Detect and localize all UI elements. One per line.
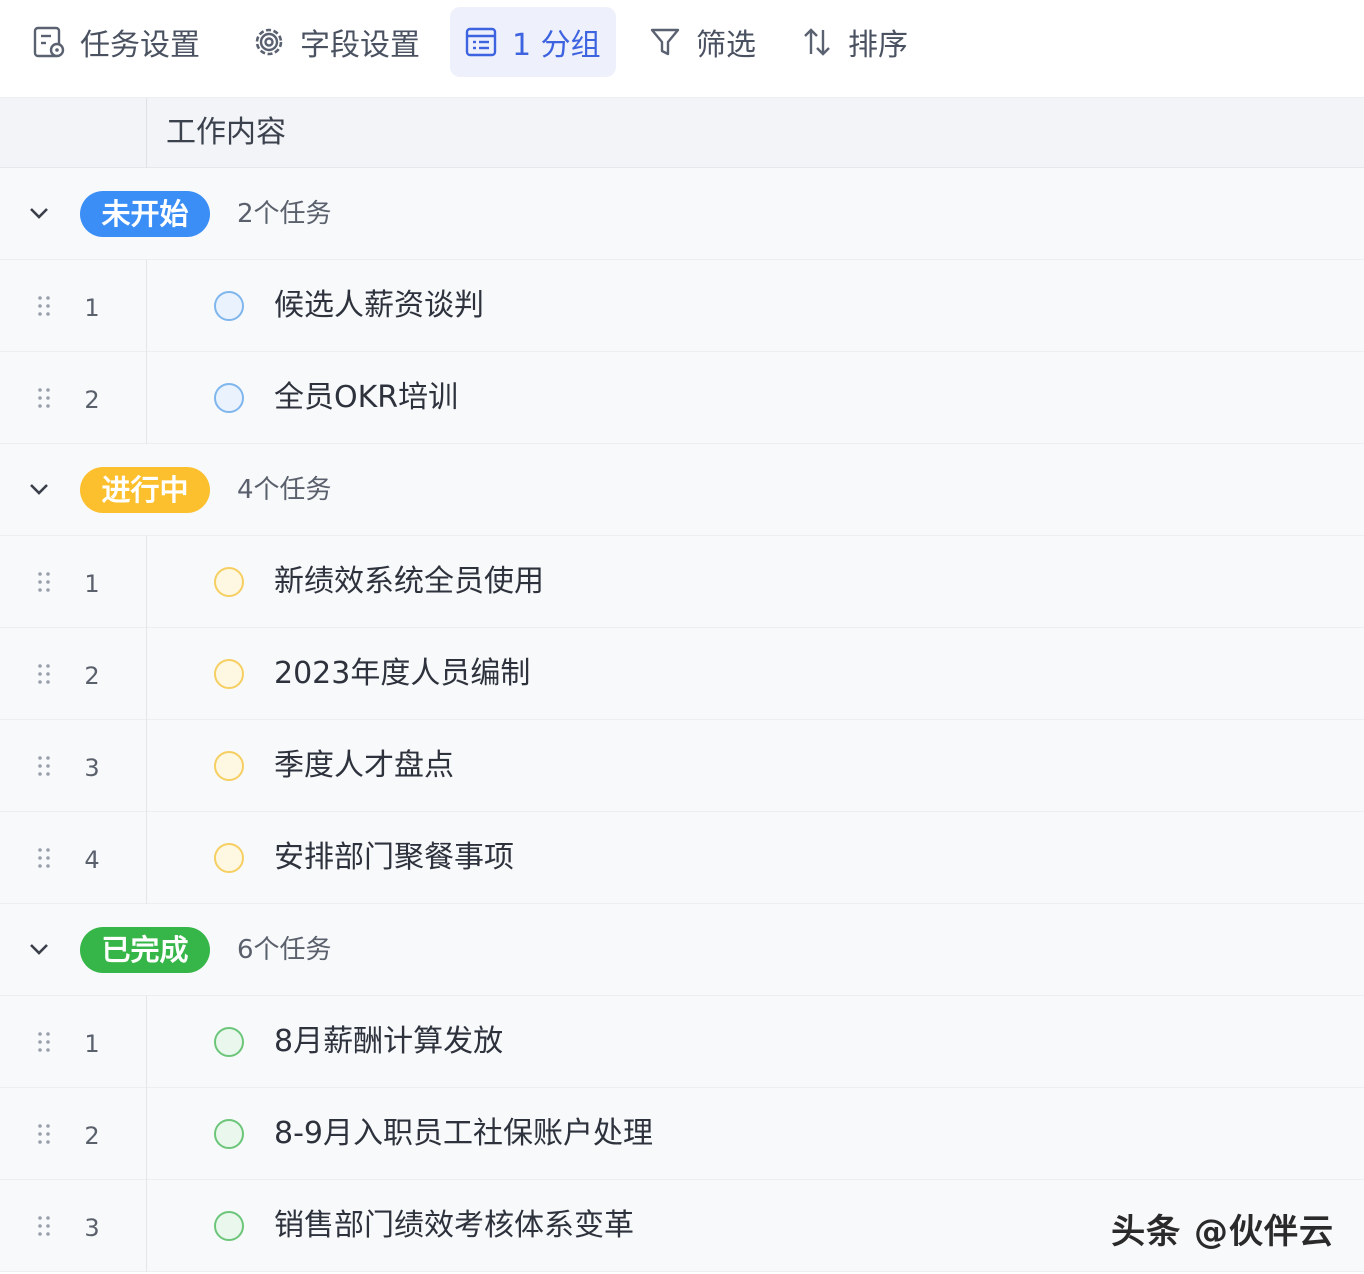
task-title[interactable]: 全员OKR培训 bbox=[274, 352, 458, 444]
status-badge: 未开始 bbox=[80, 191, 210, 237]
status-circle-icon[interactable] bbox=[214, 291, 244, 321]
drag-handle-icon[interactable] bbox=[36, 386, 52, 410]
task-settings-icon bbox=[30, 23, 68, 61]
status-circle-icon[interactable] bbox=[214, 1119, 244, 1149]
row-divider bbox=[146, 1180, 147, 1272]
task-count: 4个任务 bbox=[237, 475, 332, 505]
row-index: 1 bbox=[84, 570, 100, 598]
drag-handle-icon[interactable] bbox=[36, 846, 52, 870]
row-divider bbox=[146, 628, 147, 720]
status-badge: 已完成 bbox=[80, 927, 210, 973]
status-circle-icon[interactable] bbox=[214, 567, 244, 597]
row-index: 3 bbox=[84, 754, 100, 782]
task-title[interactable]: 8月薪酬计算发放 bbox=[274, 996, 503, 1088]
task-title[interactable]: 安排部门聚餐事项 bbox=[274, 812, 514, 904]
drag-handle-icon[interactable] bbox=[36, 1030, 52, 1054]
row-index: 2 bbox=[84, 386, 100, 414]
task-title[interactable]: 8-9月入职员工社保账户处理 bbox=[274, 1088, 653, 1180]
task-title[interactable]: 销售部门绩效考核体系变革 bbox=[274, 1180, 634, 1272]
group-label: 1 分组 bbox=[512, 28, 601, 63]
table-row[interactable]: 2 8-9月入职员工社保账户处理 bbox=[0, 1088, 1364, 1180]
row-divider bbox=[146, 996, 147, 1088]
table-row[interactable]: 1 新绩效系统全员使用 bbox=[0, 536, 1364, 628]
row-index: 3 bbox=[84, 1214, 100, 1242]
gear-icon bbox=[250, 23, 288, 61]
chevron-down-icon[interactable] bbox=[26, 476, 52, 502]
status-circle-icon[interactable] bbox=[214, 1211, 244, 1241]
group-header-done[interactable]: 已完成 6个任务 bbox=[0, 904, 1364, 996]
chevron-down-icon[interactable] bbox=[26, 200, 52, 226]
filter-label: 筛选 bbox=[696, 28, 756, 63]
group-icon bbox=[462, 23, 500, 61]
task-title[interactable]: 2023年度人员编制 bbox=[274, 628, 530, 720]
row-divider bbox=[146, 1088, 147, 1180]
column-divider bbox=[146, 98, 147, 168]
field-settings-label: 字段设置 bbox=[300, 28, 420, 63]
task-count: 6个任务 bbox=[237, 935, 332, 965]
table-row[interactable]: 3 季度人才盘点 bbox=[0, 720, 1364, 812]
watermark: 头条 @伙伴云 bbox=[1111, 1212, 1334, 1252]
group-button[interactable]: 1 分组 bbox=[450, 7, 616, 77]
table-row[interactable]: 2 全员OKR培训 bbox=[0, 352, 1364, 444]
drag-handle-icon[interactable] bbox=[36, 754, 52, 778]
task-title[interactable]: 季度人才盘点 bbox=[274, 720, 454, 812]
task-title[interactable]: 候选人薪资谈判 bbox=[274, 260, 484, 352]
row-divider bbox=[146, 812, 147, 904]
status-badge: 进行中 bbox=[80, 467, 210, 513]
table-row[interactable]: 2 2023年度人员编制 bbox=[0, 628, 1364, 720]
task-settings-button[interactable]: 任务设置 bbox=[18, 7, 212, 77]
drag-handle-icon[interactable] bbox=[36, 1214, 52, 1238]
task-settings-label: 任务设置 bbox=[80, 28, 200, 63]
row-index: 1 bbox=[84, 294, 100, 322]
row-index: 1 bbox=[84, 1030, 100, 1058]
status-circle-icon[interactable] bbox=[214, 1027, 244, 1057]
filter-button[interactable]: 筛选 bbox=[634, 7, 768, 77]
drag-handle-icon[interactable] bbox=[36, 662, 52, 686]
column-header-work-content[interactable]: 工作内容 bbox=[166, 98, 286, 168]
status-circle-icon[interactable] bbox=[214, 659, 244, 689]
row-divider bbox=[146, 536, 147, 628]
sort-icon bbox=[798, 23, 836, 61]
row-divider bbox=[146, 352, 147, 444]
group-header-not-started[interactable]: 未开始 2个任务 bbox=[0, 168, 1364, 260]
row-index: 2 bbox=[84, 662, 100, 690]
table-row[interactable]: 1 候选人薪资谈判 bbox=[0, 260, 1364, 352]
drag-handle-icon[interactable] bbox=[36, 294, 52, 318]
filter-icon bbox=[646, 23, 684, 61]
status-circle-icon[interactable] bbox=[214, 843, 244, 873]
table-row[interactable]: 4 安排部门聚餐事项 bbox=[0, 812, 1364, 904]
chevron-down-icon[interactable] bbox=[26, 936, 52, 962]
table-header: 工作内容 bbox=[0, 98, 1364, 168]
drag-handle-icon[interactable] bbox=[36, 1122, 52, 1146]
status-circle-icon[interactable] bbox=[214, 383, 244, 413]
task-count: 2个任务 bbox=[237, 199, 332, 229]
group-header-in-progress[interactable]: 进行中 4个任务 bbox=[0, 444, 1364, 536]
row-index: 2 bbox=[84, 1122, 100, 1150]
status-circle-icon[interactable] bbox=[214, 751, 244, 781]
sort-button[interactable]: 排序 bbox=[786, 7, 920, 77]
task-title[interactable]: 新绩效系统全员使用 bbox=[274, 536, 544, 628]
row-index: 4 bbox=[84, 846, 100, 874]
table-row[interactable]: 1 8月薪酬计算发放 bbox=[0, 996, 1364, 1088]
row-divider bbox=[146, 260, 147, 352]
drag-handle-icon[interactable] bbox=[36, 570, 52, 594]
toolbar: 任务设置 字段设置 1 分组 筛选 排序 bbox=[0, 0, 1364, 98]
sort-label: 排序 bbox=[848, 28, 908, 63]
field-settings-button[interactable]: 字段设置 bbox=[238, 7, 432, 77]
row-divider bbox=[146, 720, 147, 812]
